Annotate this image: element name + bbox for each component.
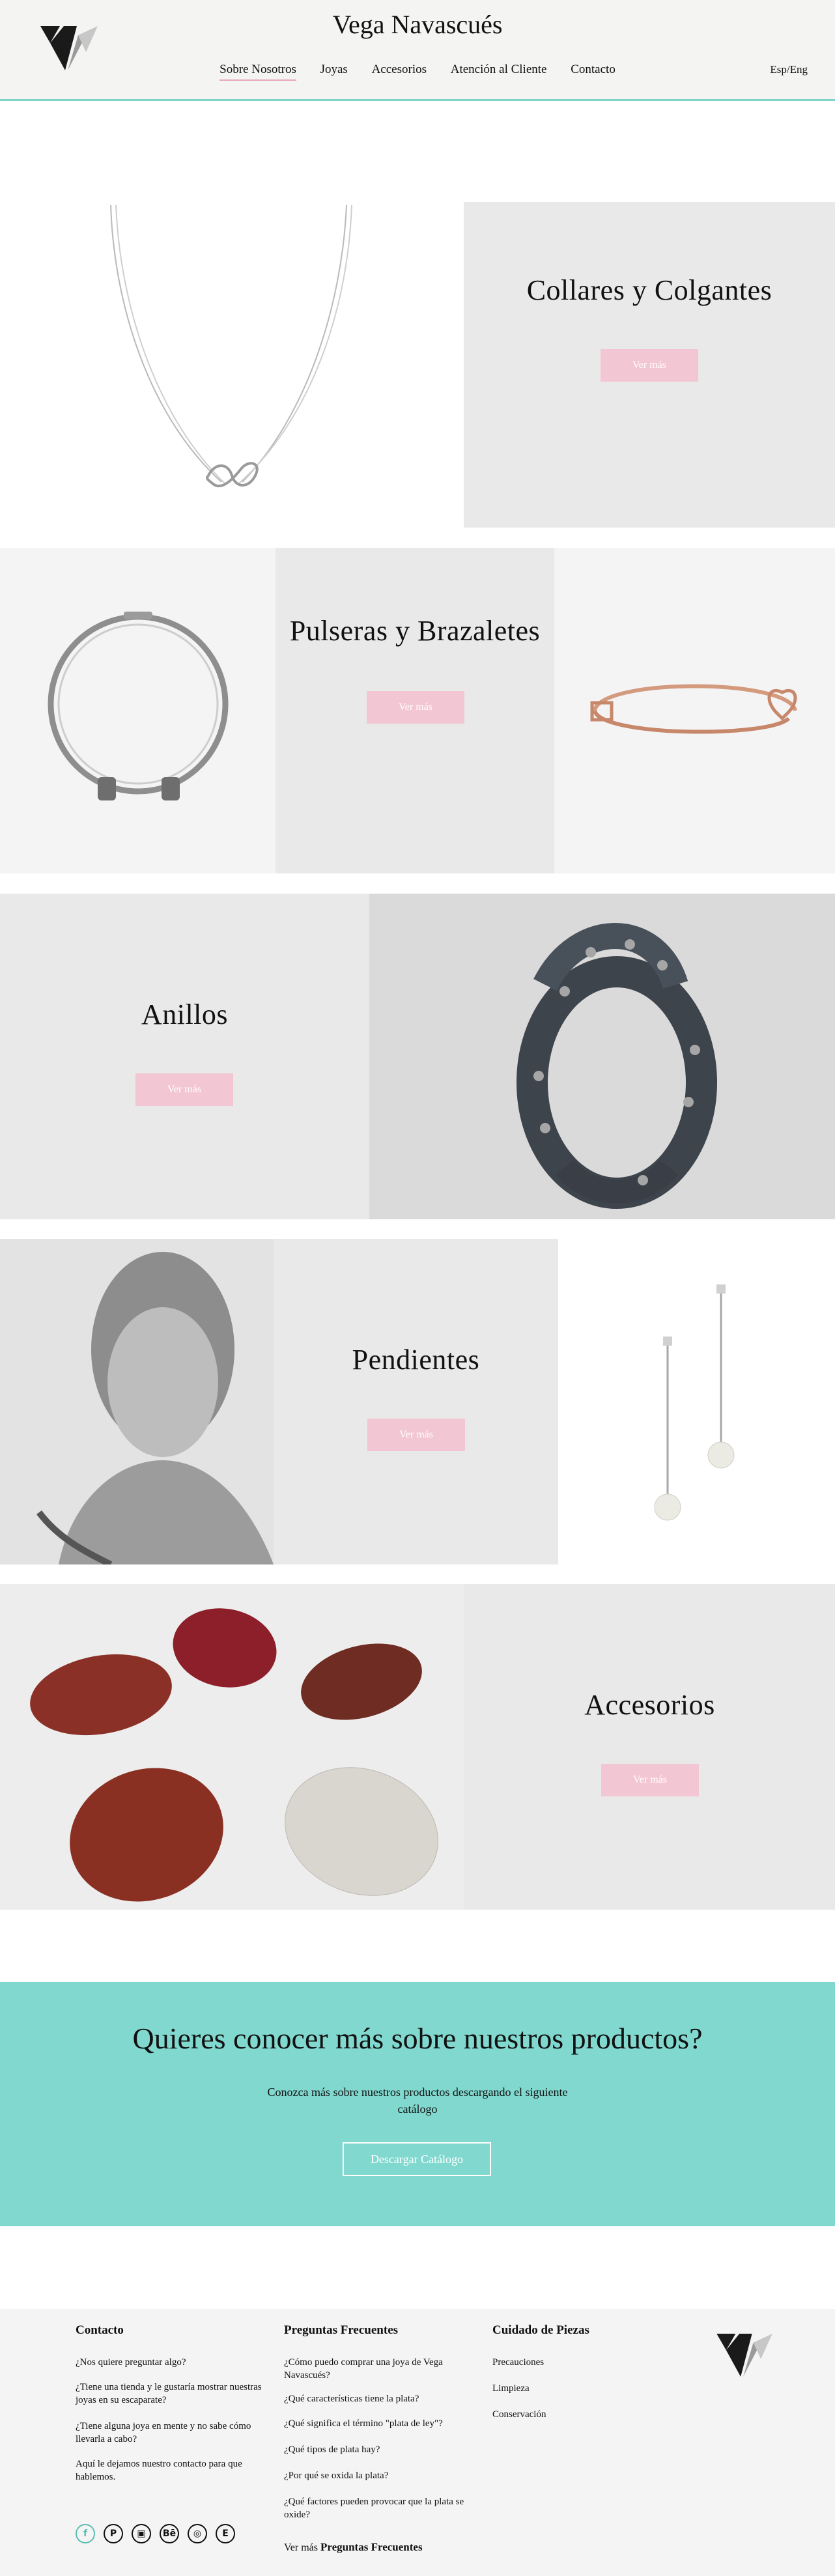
accesorios-title: Accesorios	[584, 1689, 715, 1721]
pulseras-panel: Pulseras y Brazaletes Ver más	[276, 548, 554, 873]
anillos-title: Anillos	[141, 998, 229, 1030]
cta-text: Conozca más sobre nuestros productos des…	[267, 2086, 568, 2116]
footer-cuidado-link[interactable]: Limpieza	[492, 2382, 530, 2395]
model-portrait-icon	[0, 1239, 274, 1564]
nav-item-accesorios[interactable]: Accesorios	[372, 63, 427, 79]
pulseras-ver-mas-button[interactable]: Ver más	[367, 691, 464, 724]
octopus-ring-icon	[517, 923, 717, 1209]
anillos-panel: Anillos Ver más	[0, 894, 369, 1219]
faq-more-bold: Preguntas Frecuentes	[320, 2541, 423, 2553]
octopus-ring-image	[369, 894, 835, 1219]
anillos-ver-mas-button[interactable]: Ver más	[135, 1073, 233, 1106]
language-switch[interactable]: Esp/Eng	[770, 63, 808, 76]
footer-contacto-link[interactable]: ¿Tiene una tienda y le gustaría mostrar …	[76, 2381, 277, 2407]
footer-logo-icon[interactable]	[715, 2334, 774, 2377]
catalog-cta-banner: Quieres conocer más sobre nuestros produ…	[0, 1982, 835, 2226]
necklace-image	[0, 202, 464, 528]
accesorios-ver-mas-button[interactable]: Ver más	[601, 1764, 699, 1796]
footer-cuidado-link[interactable]: Conservación	[492, 2408, 546, 2421]
etsy-icon[interactable]: E	[216, 2524, 235, 2543]
key-bangle-image	[554, 548, 835, 873]
pendientes-title: Pendientes	[352, 1344, 480, 1376]
faq-more-prefix: Ver más	[284, 2542, 318, 2553]
collares-ver-mas-button[interactable]: Ver más	[601, 349, 698, 382]
pearl-earrings-icon	[654, 1284, 735, 1521]
footer-faq-link[interactable]: ¿Qué tipos de plata hay?	[284, 2443, 466, 2456]
cta-title: Quieres conocer más sobre nuestros produ…	[132, 2022, 703, 2055]
footer-faq-more-link[interactable]: Ver más Preguntas Frecuentes	[284, 2541, 423, 2554]
footer-contacto-link[interactable]: Aquí le dejamos nuestro contacto para qu…	[76, 2457, 277, 2484]
collares-panel: Collares y Colgantes Ver más	[464, 202, 835, 528]
site-title[interactable]: Vega Navascués	[0, 9, 835, 40]
footer-faq-link[interactable]: ¿Por qué se oxida la plata?	[284, 2469, 466, 2482]
footer-cuidado-link[interactable]: Precauciones	[492, 2356, 544, 2369]
footer-contacto-link[interactable]: ¿Tiene alguna joya en mente y no sabe có…	[76, 2420, 277, 2446]
bracelet-icon	[48, 612, 229, 800]
nav-item-joyas[interactable]: Joyas	[320, 63, 348, 79]
behance-icon[interactable]: Bē	[160, 2524, 179, 2543]
nav-item-atencion-cliente[interactable]: Atención al Cliente	[451, 63, 547, 79]
accessories-image	[0, 1584, 464, 1910]
issuu-icon[interactable]: ▣	[132, 2524, 151, 2543]
pulseras-title: Pulseras y Brazaletes	[289, 615, 541, 647]
nav-item-sobre-nosotros[interactable]: Sobre Nosotros	[219, 63, 296, 81]
main-nav: Sobre Nosotros Joyas Accesorios Atención…	[0, 63, 835, 81]
footer-faq-link[interactable]: ¿Qué factores pueden provocar que la pla…	[284, 2495, 473, 2521]
key-bangle-icon	[590, 684, 797, 734]
footer-contacto-link[interactable]: ¿Nos quiere preguntar algo?	[76, 2356, 271, 2369]
instagram-icon[interactable]: ◎	[188, 2524, 207, 2543]
necklace-icon	[110, 205, 352, 488]
pinterest-icon[interactable]: P	[104, 2524, 123, 2543]
pendientes-ver-mas-button[interactable]: Ver más	[367, 1419, 465, 1451]
footer-faq-heading: Preguntas Frecuentes	[284, 2323, 399, 2337]
social-links: f P ▣ Bē ◎ E	[76, 2524, 241, 2547]
footer-faq-link[interactable]: ¿Cómo puedo comprar una joya de Vega Nav…	[284, 2356, 466, 2382]
accesorios-panel: Accesorios Ver más	[464, 1584, 835, 1910]
pendientes-panel: Pendientes Ver más	[274, 1239, 558, 1564]
download-catalog-button[interactable]: Descargar Catálogo	[343, 2142, 491, 2176]
model-photo	[0, 1239, 274, 1564]
site-header: Vega Navascués Sobre Nosotros Joyas Acce…	[0, 0, 835, 101]
footer-faq-link[interactable]: ¿Qué características tiene la plata?	[284, 2392, 466, 2405]
footer-faq-link[interactable]: ¿Qué significa el término "plata de ley"…	[284, 2417, 466, 2430]
earrings-image	[558, 1239, 835, 1564]
footer-contacto-heading: Contacto	[76, 2323, 124, 2337]
site-footer: Contacto ¿Nos quiere preguntar algo? ¿Ti…	[0, 2309, 835, 2576]
footer-cuidado-heading: Cuidado de Piezas	[492, 2323, 589, 2337]
facebook-icon[interactable]: f	[76, 2524, 95, 2543]
wooden-pick-icon	[30, 1608, 438, 1902]
collares-title: Collares y Colgantes	[526, 274, 772, 306]
bracelet-image	[0, 548, 276, 873]
nav-item-contacto[interactable]: Contacto	[571, 63, 616, 79]
